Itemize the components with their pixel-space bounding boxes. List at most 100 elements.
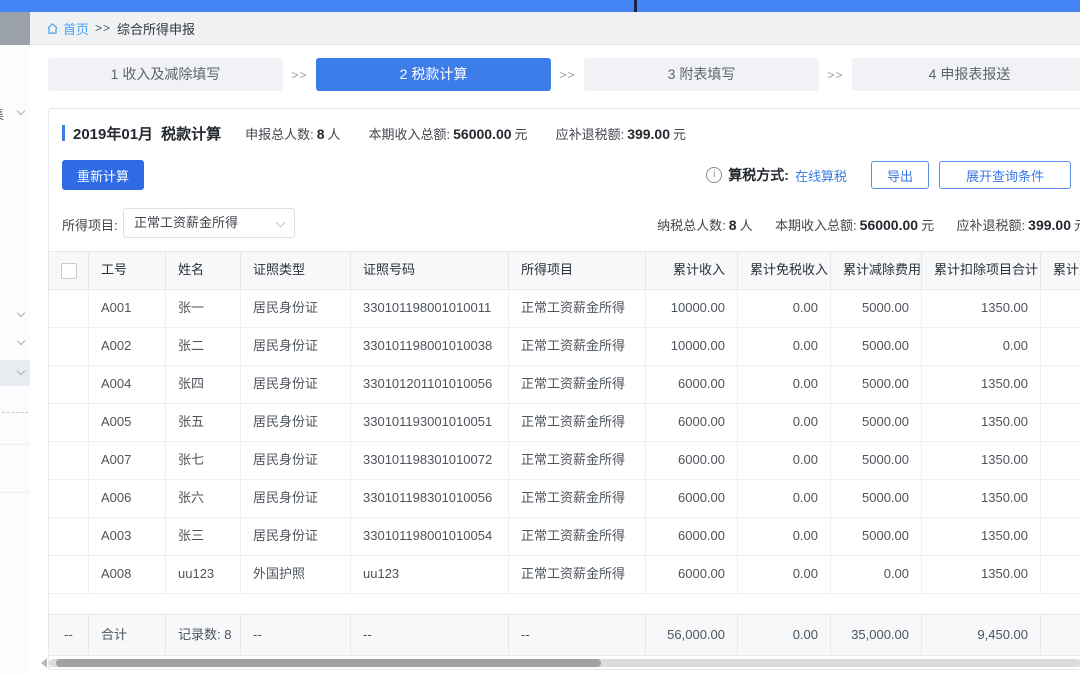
home-icon	[46, 22, 59, 35]
step-3-schedules[interactable]: 3 附表填写	[584, 58, 819, 91]
sidebar-item-collapsed[interactable]	[0, 302, 30, 328]
table-cell: --	[351, 615, 509, 655]
tax-calculation-panel: 2019年01月 税款计算 申报总人数:8人 本期收入总额:56000.00元 …	[48, 108, 1080, 670]
step-1-income-deduction[interactable]: 1 收入及减除填写	[48, 58, 283, 91]
table-cell	[1041, 615, 1080, 655]
table-cell	[49, 366, 89, 403]
table-cell: A002	[89, 328, 166, 365]
table-cell: 记录数: 8	[166, 615, 241, 655]
table-cell: 0.00	[738, 442, 831, 479]
chevron-down-icon	[18, 108, 25, 115]
table-cell: uu123	[351, 556, 509, 593]
table-row[interactable]: A004张四居民身份证330101201101010056正常工资薪金所得600…	[49, 366, 1080, 404]
table-cell	[49, 556, 89, 593]
column-header: 累计扣除项目合计	[922, 252, 1041, 289]
recalculate-button[interactable]: 重新计算	[62, 160, 144, 190]
table-cell: 9,450.00	[922, 615, 1041, 655]
table-cell: 居民身份证	[241, 518, 351, 555]
title-accent-bar	[62, 125, 65, 141]
table-cell: 0.00	[738, 404, 831, 441]
sidebar-item-collapsed[interactable]	[0, 330, 30, 356]
table-cell	[1041, 442, 1080, 479]
table-body: A001张一居民身份证330101198001010011正常工资薪金所得100…	[49, 290, 1080, 594]
table-cell: --	[509, 615, 646, 655]
panel-title-row: 2019年01月 税款计算 申报总人数:8人 本期收入总额:56000.00元 …	[62, 122, 1080, 144]
main-content: 1 收入及减除填写 >> 2 税款计算 >> 3 附表填写 >> 4 申报表报送…	[30, 45, 1080, 674]
step-separator: >>	[551, 68, 584, 82]
table-cell: --	[49, 615, 89, 655]
table-row[interactable]: A007张七居民身份证330101198301010072正常工资薪金所得600…	[49, 442, 1080, 480]
breadcrumb-home-label: 首页	[63, 19, 89, 38]
select-all-checkbox[interactable]	[61, 263, 77, 279]
table-cell: 1350.00	[922, 480, 1041, 517]
breadcrumb-current: 综合所得申报	[117, 19, 195, 38]
sidebar-item-selected[interactable]	[0, 360, 30, 386]
table-cell	[1041, 518, 1080, 555]
table-cell: 5000.00	[831, 480, 922, 517]
column-header: 证照号码	[351, 252, 509, 289]
step-4-submit-return[interactable]: 4 申报表报送	[852, 58, 1080, 91]
column-header: 累计免税收入	[738, 252, 831, 289]
table-cell: uu123	[166, 556, 241, 593]
sidebar-item-collapsed[interactable]: 集	[0, 100, 30, 126]
table-cell: 居民身份证	[241, 328, 351, 365]
table-row[interactable]: A003张三居民身份证330101198001010054正常工资薪金所得600…	[49, 518, 1080, 556]
income-item-select[interactable]: 正常工资薪金所得	[123, 208, 295, 238]
column-header: 所得项目	[509, 252, 646, 289]
breadcrumb-home-link[interactable]: 首页	[46, 19, 89, 38]
table-cell: 5000.00	[831, 404, 922, 441]
chevron-down-icon	[18, 368, 25, 375]
table-cell: 正常工资薪金所得	[509, 518, 646, 555]
table-row[interactable]: A008uu123外国护照uu123正常工资薪金所得6000.000.000.0…	[49, 556, 1080, 594]
table-cell: A008	[89, 556, 166, 593]
table-cell: 0.00	[738, 290, 831, 327]
table-cell: 0.00	[738, 615, 831, 655]
table-cell: 正常工资薪金所得	[509, 366, 646, 403]
table-row[interactable]: A001张一居民身份证330101198001010011正常工资薪金所得100…	[49, 290, 1080, 328]
table-cell: 330101198001010011	[351, 290, 509, 327]
actions-row: 重新计算 i 算税方式: 在线算税 导出 展开查询条件	[62, 160, 1071, 190]
table-cell: 张二	[166, 328, 241, 365]
table-row[interactable]: A002张二居民身份证330101198001010038正常工资薪金所得100…	[49, 328, 1080, 366]
column-header: 累计收入	[646, 252, 738, 289]
step-2-tax-calculation[interactable]: 2 税款计算	[316, 58, 551, 91]
table-cell	[49, 480, 89, 517]
table-cell: --	[241, 615, 351, 655]
table-cell: 330101198301010072	[351, 442, 509, 479]
table-cell: 正常工资薪金所得	[509, 328, 646, 365]
filter-row: 所得项目: 正常工资薪金所得 纳税总人数:8人 本期收入总额:56000.00元…	[62, 208, 1071, 238]
table-cell: 6000.00	[646, 404, 738, 441]
summary-row: --合计记录数: 8------56,000.000.0035,000.009,…	[49, 614, 1080, 656]
table-cell	[49, 328, 89, 365]
table-cell	[1041, 480, 1080, 517]
chevron-down-icon	[277, 219, 284, 226]
table-cell: 1350.00	[922, 442, 1041, 479]
table-cell	[1041, 290, 1080, 327]
step-separator: >>	[819, 68, 852, 82]
tax-mode-value-link[interactable]: 在线算税	[795, 166, 847, 185]
table-cell: 6000.00	[646, 480, 738, 517]
table-cell: 1350.00	[922, 290, 1041, 327]
table-cell	[49, 290, 89, 327]
export-button[interactable]: 导出	[871, 161, 929, 189]
sidebar-divider	[0, 492, 30, 493]
breadcrumb: 首页 >> 综合所得申报	[30, 12, 1080, 45]
column-header: 工号	[89, 252, 166, 289]
scroll-left-arrow[interactable]	[41, 658, 47, 668]
scrollbar-thumb[interactable]	[56, 659, 601, 667]
table-cell: A004	[89, 366, 166, 403]
sidebar-divider	[0, 444, 30, 445]
stat-tax-due: 应补退税额:399.00元	[957, 218, 1080, 233]
column-header	[49, 252, 89, 289]
table-row[interactable]: A006张六居民身份证330101198301010056正常工资薪金所得600…	[49, 480, 1080, 518]
scrollbar-track[interactable]	[49, 659, 1080, 667]
table-cell: 0.00	[738, 328, 831, 365]
step-separator: >>	[283, 68, 316, 82]
table-cell: 0.00	[738, 366, 831, 403]
column-header: 证照类型	[241, 252, 351, 289]
table-row[interactable]: A005张五居民身份证330101193001010051正常工资薪金所得600…	[49, 404, 1080, 442]
collapsed-sidebar[interactable]: 集	[0, 12, 31, 674]
expand-query-button[interactable]: 展开查询条件	[939, 161, 1071, 189]
table-cell: A001	[89, 290, 166, 327]
tax-mode-label: 算税方式:	[728, 165, 789, 185]
